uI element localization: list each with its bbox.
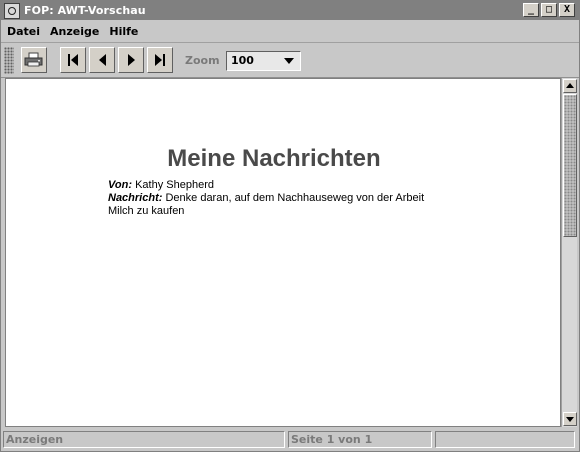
- window-controls: _ □ X: [523, 3, 575, 17]
- maximize-button[interactable]: □: [541, 3, 557, 17]
- from-line: Von: Kathy Shepherd: [108, 179, 428, 192]
- close-button[interactable]: X: [559, 3, 575, 17]
- status-page-count: Seite 1 von 1: [288, 431, 432, 448]
- previous-page-icon: [98, 54, 106, 66]
- document-title: Meine Nachrichten: [167, 145, 381, 172]
- app-icon: [4, 2, 20, 19]
- app-window: FOP: AWT-Vorschau _ □ X Datei Anzeige Hi…: [0, 0, 580, 452]
- message-body: Von: Kathy Shepherd Nachricht: Denke dar…: [108, 179, 428, 218]
- from-label: Von:: [108, 179, 133, 191]
- zoom-label: Zoom: [185, 54, 220, 67]
- vertical-scrollbar[interactable]: [561, 78, 577, 427]
- scroll-up-button[interactable]: [563, 79, 577, 93]
- last-page-icon: [155, 54, 165, 66]
- menu-hilfe[interactable]: Hilfe: [105, 25, 142, 38]
- from-value: Kathy Shepherd: [135, 179, 214, 191]
- status-bar: Anzeigen Seite 1 von 1: [1, 429, 579, 451]
- print-button[interactable]: [21, 47, 47, 73]
- minimize-button[interactable]: _: [523, 3, 539, 17]
- scroll-down-button[interactable]: [563, 412, 577, 426]
- last-page-button[interactable]: [147, 47, 173, 73]
- previous-page-button[interactable]: [89, 47, 115, 73]
- title-bar[interactable]: FOP: AWT-Vorschau _ □ X: [1, 1, 579, 20]
- first-page-button[interactable]: [60, 47, 86, 73]
- next-page-icon: [127, 54, 135, 66]
- menu-bar: Datei Anzeige Hilfe: [1, 20, 579, 43]
- next-page-button[interactable]: [118, 47, 144, 73]
- first-page-icon: [68, 54, 78, 66]
- toolbar: Zoom 100: [1, 43, 579, 78]
- message-label: Nachricht:: [108, 192, 163, 204]
- message-line: Nachricht: Denke daran, auf dem Nachhaus…: [108, 192, 428, 218]
- chevron-down-icon: [284, 58, 294, 64]
- preview-page: Meine Nachrichten Von: Kathy Shepherd Na…: [5, 78, 561, 427]
- menu-datei[interactable]: Datei: [3, 25, 44, 38]
- status-info: Anzeigen: [3, 431, 285, 448]
- status-extra: [435, 431, 575, 448]
- window-title: FOP: AWT-Vorschau: [24, 4, 146, 17]
- toolbar-grip-handle[interactable]: [4, 47, 14, 74]
- zoom-value: 100: [231, 54, 254, 67]
- menu-anzeige[interactable]: Anzeige: [46, 25, 103, 38]
- zoom-select[interactable]: 100: [226, 51, 301, 71]
- scroll-thumb[interactable]: [563, 94, 577, 237]
- printer-icon: [24, 52, 43, 67]
